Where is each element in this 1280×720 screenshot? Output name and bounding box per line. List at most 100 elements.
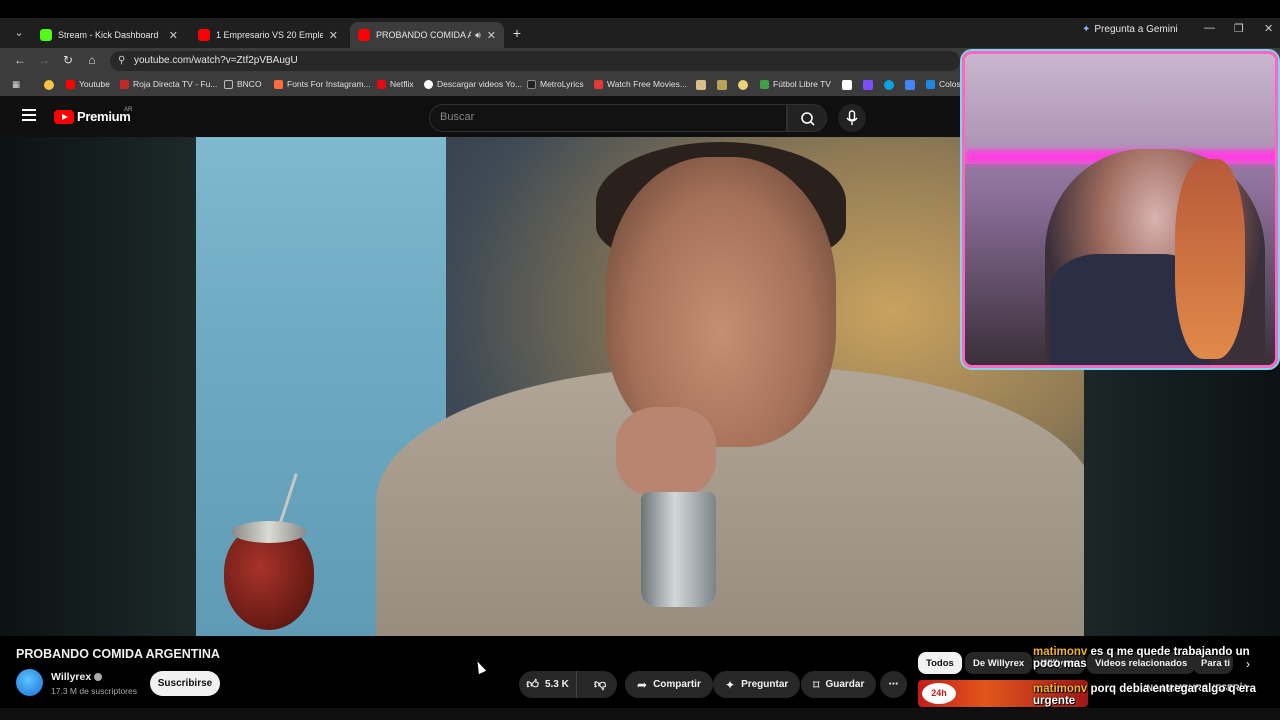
microphone-icon [846,110,858,125]
bookmark-icon-6[interactable] [884,80,894,90]
bookmark-futbol-libre[interactable]: Fútbol Libre TV [760,79,831,89]
share-button[interactable]: ➦ Compartir [625,671,713,698]
apps-grid-icon[interactable]: ▦ [12,79,20,90]
emoji-bookmark-icon[interactable] [44,80,54,90]
bookmark-netflix[interactable]: Netflix [377,79,414,89]
bookmark-watch-free-movies[interactable]: Watch Free Movies... [594,79,687,89]
thumbs-up-icon: 👍︎ [526,677,539,691]
like-button[interactable]: 👍︎ 5.3 K [519,671,578,698]
subscriber-count: 17.3 M de suscriptores [51,686,137,696]
close-window-icon[interactable]: ✕ [1264,22,1273,35]
metrolyrics-icon [527,79,536,89]
bookmark-icon-4[interactable] [842,80,852,90]
logo-word: Premium [77,109,131,124]
save-button[interactable]: ⌑ Guardar [801,671,877,698]
ambient-glow-left [0,137,196,636]
bookmark-metrolyrics[interactable]: MetroLyrics [527,79,584,89]
thumbs-down-icon: 👎︎ [594,677,607,691]
search-input[interactable] [440,111,770,123]
close-tab-icon[interactable]: ✕ [487,29,496,42]
youtube-favicon-icon [358,29,370,41]
speaker-icon[interactable]: 🔊︎ [475,30,481,41]
share-label: Compartir [653,679,701,690]
youtube-favicon-icon [198,29,210,41]
folder-icon [224,79,233,89]
ask-button[interactable]: ✦ Preguntar [713,671,801,698]
voice-search-button[interactable] [838,104,866,132]
colos-icon [926,79,935,89]
video-person-face [606,157,836,447]
share-arrow-icon: ➦ [637,677,648,692]
close-tab-icon[interactable]: ✕ [329,29,338,42]
save-label: Guardar [825,679,865,690]
bookmark-descargar[interactable]: Descargar videos Yo... [424,79,522,89]
chat-username: matimonv [1033,646,1088,658]
netflix-icon [377,79,386,89]
menu-icon[interactable] [22,109,36,121]
url-text: youtube.com/watch?v=Ztf2pVBAugU [134,55,298,66]
channel-name-text: Willyrex [51,671,92,683]
search-icon [801,112,815,126]
gemini-star-icon: ✦ [1082,24,1091,35]
youtube-premium-logo[interactable]: Premium AR [54,107,133,124]
search-button[interactable] [787,104,827,132]
gemini-button[interactable]: ✦ Pregunta a Gemini [1082,24,1178,35]
webcam-hair [1175,159,1245,359]
sparkle-icon: ✦ [725,677,736,692]
more-actions-button[interactable]: ⋯ [880,671,907,698]
movies-icon [594,79,603,89]
chat-message: matimonv es q me quede trabajando un poc… [1033,646,1280,670]
reload-icon[interactable]: ↻ [60,53,76,67]
bookmark-icon-5[interactable] [863,80,873,90]
bookmark-bnco[interactable]: BNCO [224,79,262,89]
bookmark-youtube[interactable]: Youtube [66,79,110,89]
tab-probando-comida[interactable]: PROBANDO COMIDA ARGENTINA 🔊︎ ✕ [350,22,504,48]
like-dislike-group: 👍︎ 5.3 K 👎︎ [519,671,617,698]
chip-de-willyrex[interactable]: De Willyrex [965,652,1033,674]
bookmark-icon-3[interactable] [738,80,748,90]
back-arrow-icon[interactable]: ← [12,53,28,67]
more-dots-icon: ⋯ [888,679,899,690]
tab-kick-dashboard[interactable]: Stream - Kick Dashboard ✕ [32,22,186,48]
minimize-icon[interactable]: — [1204,22,1215,34]
restore-icon[interactable]: ❐ [1234,22,1244,35]
tab-label: Stream - Kick Dashboard [58,30,159,40]
youtube-play-icon [54,109,74,124]
url-field[interactable]: ⚲ youtube.com/watch?v=Ztf2pVBAugU [110,51,960,71]
video-person-hand [616,407,716,497]
site-info-icon[interactable]: ⚲ [118,55,125,66]
chip-todos[interactable]: Todos [918,652,962,674]
bookmark-icon-1[interactable] [696,80,706,90]
roja-directa-icon [120,79,129,89]
gemini-label: Pregunta a Gemini [1094,24,1178,35]
channel-avatar[interactable] [16,669,43,696]
video-mate-rim [232,521,306,543]
kick-favicon-icon [40,29,52,41]
bookmark-roja-directa[interactable]: Roja Directa TV - Fu... [120,79,217,89]
chat-username: matimonv [1033,683,1088,695]
video-frame[interactable] [196,137,1084,636]
like-count: 5.3 K [544,679,569,690]
close-tab-icon[interactable]: ✕ [169,29,178,42]
screen-top-bar [0,0,1280,18]
region-code: AR [124,107,133,113]
bookmark-colos[interactable]: Colos [926,79,961,89]
bookmark-fonts[interactable]: Fonts For Instagram... [274,79,371,89]
dislike-button[interactable]: 👎︎ [583,671,617,698]
youtube-icon [66,79,75,89]
home-icon[interactable]: ⌂ [84,53,100,67]
download-icon [424,79,433,89]
bookmark-icon: ⌑ [813,677,820,692]
thumbnail-badge: 24h [922,683,956,704]
channel-name[interactable]: Willyrex [51,671,103,683]
bookmark-icon-2[interactable] [717,80,727,90]
tab-empresario[interactable]: 1 Empresario VS 20 Empleados ✕ [190,22,346,48]
subscribe-button[interactable]: Suscribirse [150,671,220,696]
search-box[interactable] [429,104,787,132]
forward-arrow-icon[interactable]: → [36,53,52,67]
new-tab-button[interactable]: + [508,24,526,42]
tab-label: PROBANDO COMIDA ARGENTINA [376,30,472,40]
tab-search-button[interactable]: ⌄ [10,24,28,42]
chat-message: matimonv porq debia entregar algo q era … [1033,683,1280,707]
bookmark-icon-7[interactable] [905,80,915,90]
